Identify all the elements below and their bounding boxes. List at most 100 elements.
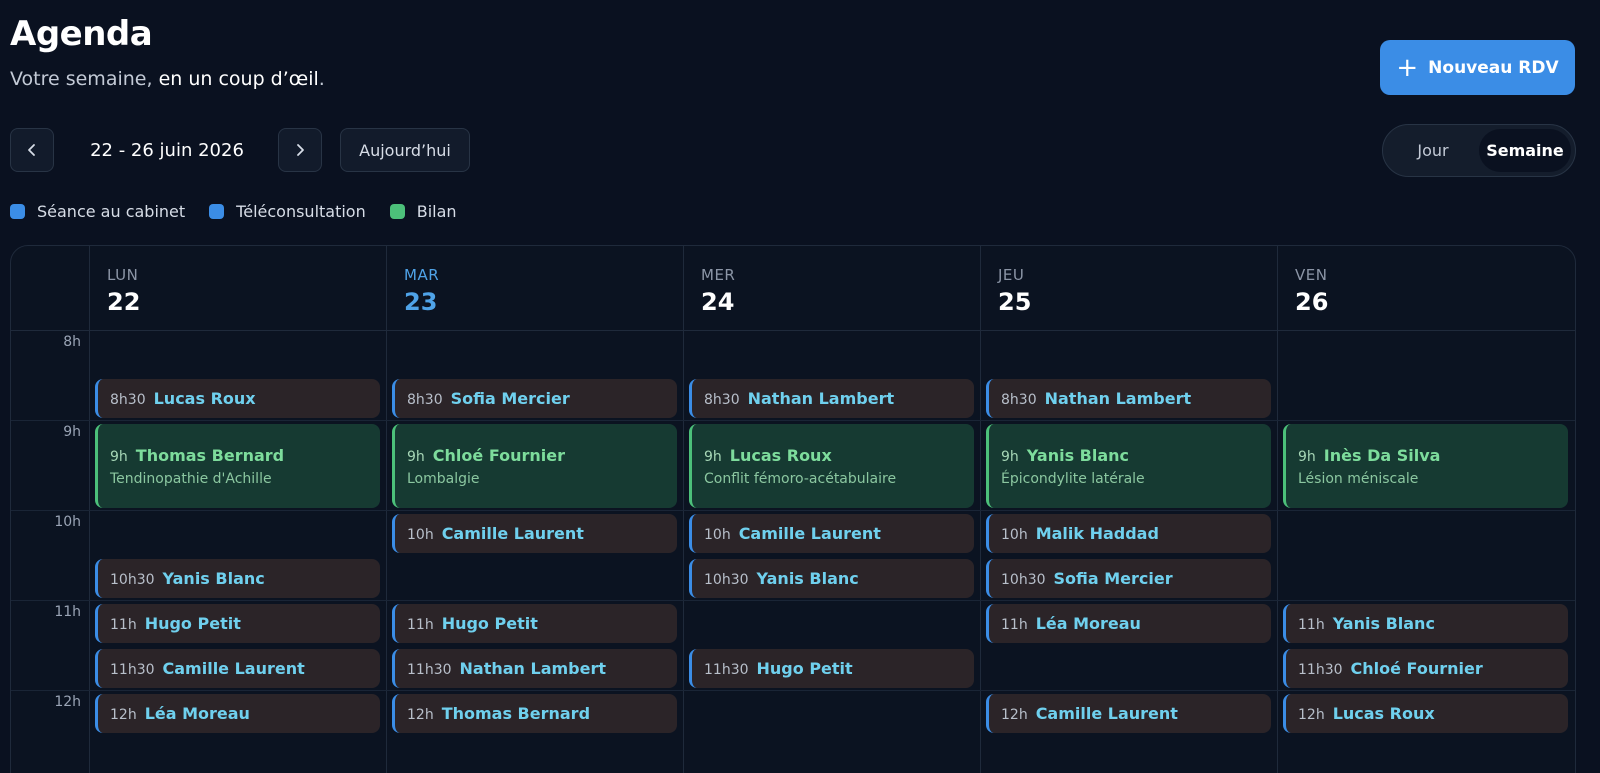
subtitle-end: .	[318, 68, 325, 90]
appointment-time: 12h	[1298, 707, 1325, 723]
appointment-time: 10h	[407, 527, 434, 543]
subtitle-strong: en un coup d’œil	[158, 68, 319, 90]
day-number: 22	[107, 288, 141, 316]
appointment-patient: Nathan Lambert	[459, 659, 607, 678]
appointment-card[interactable]: 11h30 Camille Laurent	[95, 649, 380, 688]
appointment-time: 11h	[407, 617, 434, 633]
hour-label: 9h	[63, 424, 81, 440]
appointment-row: 11h30 Hugo Petit	[704, 659, 974, 678]
prev-week-button[interactable]	[10, 128, 54, 172]
appointment-row: 10h Camille Laurent	[704, 524, 974, 543]
legend-item: Téléconsultation	[209, 202, 366, 221]
day-header-mar[interactable]: MAR 23	[404, 246, 681, 330]
day-header-ven[interactable]: VEN 26	[1295, 246, 1572, 330]
hour-divider	[11, 510, 1575, 511]
appointment-time: 10h30	[1001, 572, 1046, 588]
legend: Séance au cabinet Téléconsultation Bilan	[10, 202, 457, 221]
appointment-patient: Sofia Mercier	[1053, 569, 1173, 588]
appointment-time: 11h30	[704, 662, 749, 678]
appointment-row: 12h Camille Laurent	[1001, 704, 1271, 723]
appointment-bilan[interactable]: 9h Lucas Roux Conflit fémoro-acétabulaire	[689, 424, 974, 508]
hour-divider	[11, 690, 1575, 691]
day-number: 25	[998, 288, 1032, 316]
appointment-time: 8h30	[704, 392, 740, 408]
appointment-card[interactable]: 10h30 Sofia Mercier	[986, 559, 1271, 598]
appointment-card[interactable]: 11h30 Hugo Petit	[689, 649, 974, 688]
appointment-row: 10h30 Yanis Blanc	[110, 569, 380, 588]
appointment-patient: Hugo Petit	[756, 659, 853, 678]
appointment-card[interactable]: 8h30 Nathan Lambert	[689, 379, 974, 418]
appointment-patient: Thomas Bernard	[441, 704, 591, 723]
legend-swatch	[10, 204, 25, 219]
appointment-card[interactable]: 11h Yanis Blanc	[1283, 604, 1568, 643]
appointment-patient: Léa Moreau	[144, 704, 250, 723]
appointment-patient: Camille Laurent	[738, 524, 881, 543]
appointment-row: 10h Camille Laurent	[407, 524, 677, 543]
hour-label: 10h	[54, 514, 81, 530]
appointment-time: 11h30	[110, 662, 155, 678]
appointment-card[interactable]: 10h Camille Laurent	[392, 514, 677, 553]
appointment-row: 10h30 Sofia Mercier	[1001, 569, 1271, 588]
appointment-card[interactable]: 10h30 Yanis Blanc	[95, 559, 380, 598]
day-name: MER	[701, 266, 736, 284]
appointment-bilan[interactable]: 9h Yanis Blanc Épicondylite latérale	[986, 424, 1271, 508]
appointment-card[interactable]: 12h Lucas Roux	[1283, 694, 1568, 733]
hour-label: 12h	[54, 694, 81, 710]
appointment-bilan[interactable]: 9h Thomas Bernard Tendinopathie d'Achille	[95, 424, 380, 508]
appointment-row: 10h Malik Haddad	[1001, 524, 1271, 543]
appointment-card[interactable]: 11h Léa Moreau	[986, 604, 1271, 643]
appointment-card[interactable]: 10h30 Yanis Blanc	[689, 559, 974, 598]
day-header-lun[interactable]: LUN 22	[107, 246, 384, 330]
appointment-time: 11h	[1298, 617, 1325, 633]
appointment-card[interactable]: 11h30 Chloé Fournier	[1283, 649, 1568, 688]
legend-label: Téléconsultation	[236, 202, 366, 221]
new-appointment-button[interactable]: + Nouveau RDV	[1380, 40, 1575, 95]
today-button[interactable]: Aujourd’hui	[340, 128, 470, 172]
appointment-card[interactable]: 12h Camille Laurent	[986, 694, 1271, 733]
appointment-card[interactable]: 10h Camille Laurent	[689, 514, 974, 553]
appointment-bilan[interactable]: 9h Chloé Fournier Lombalgie	[392, 424, 677, 508]
appointment-patient: Camille Laurent	[441, 524, 584, 543]
appointment-row: 12h Léa Moreau	[110, 704, 380, 723]
appointment-time: 10h30	[110, 572, 155, 588]
day-number: 26	[1295, 288, 1329, 316]
appointment-diagnosis: Lésion méniscale	[1298, 470, 1419, 487]
appointment-row: 9h Yanis Blanc	[1001, 446, 1271, 465]
appointment-patient: Nathan Lambert	[747, 389, 895, 408]
appointment-row: 11h Léa Moreau	[1001, 614, 1271, 633]
appointment-row: 12h Thomas Bernard	[407, 704, 677, 723]
day-name: JEU	[998, 266, 1025, 284]
view-week-option[interactable]: Semaine	[1479, 129, 1571, 172]
hour-label: 8h	[63, 334, 81, 350]
legend-item: Séance au cabinet	[10, 202, 185, 221]
appointment-card[interactable]: 12h Thomas Bernard	[392, 694, 677, 733]
appointment-diagnosis: Épicondylite latérale	[1001, 470, 1145, 487]
appointment-bilan[interactable]: 9h Inès Da Silva Lésion méniscale	[1283, 424, 1568, 508]
appointment-card[interactable]: 11h30 Nathan Lambert	[392, 649, 677, 688]
appointment-card[interactable]: 11h Hugo Petit	[392, 604, 677, 643]
appointment-patient: Yanis Blanc	[1026, 445, 1130, 465]
appointment-card[interactable]: 12h Léa Moreau	[95, 694, 380, 733]
appointment-patient: Yanis Blanc	[162, 569, 265, 588]
view-day-option[interactable]: Jour	[1387, 129, 1479, 172]
appointment-time: 11h	[110, 617, 137, 633]
appointment-row: 8h30 Nathan Lambert	[1001, 389, 1271, 408]
appointment-patient: Nathan Lambert	[1044, 389, 1192, 408]
next-week-button[interactable]	[278, 128, 322, 172]
page-title: Agenda	[10, 14, 153, 54]
appointment-time: 9h	[407, 448, 425, 465]
appointment-card[interactable]: 8h30 Nathan Lambert	[986, 379, 1271, 418]
appointment-card[interactable]: 11h Hugo Petit	[95, 604, 380, 643]
appointment-card[interactable]: 10h Malik Haddad	[986, 514, 1271, 553]
appointment-diagnosis: Tendinopathie d'Achille	[110, 470, 272, 487]
appointment-patient: Hugo Petit	[144, 614, 241, 633]
appointment-card[interactable]: 8h30 Sofia Mercier	[392, 379, 677, 418]
appointment-card[interactable]: 8h30 Lucas Roux	[95, 379, 380, 418]
hour-divider	[11, 600, 1575, 601]
appointment-row: 9h Thomas Bernard	[110, 446, 380, 465]
hour-divider	[11, 420, 1575, 421]
day-header-jeu[interactable]: JEU 25	[998, 246, 1275, 330]
appointment-time: 10h	[1001, 527, 1028, 543]
day-header-mer[interactable]: MER 24	[701, 246, 978, 330]
appointment-patient: Chloé Fournier	[432, 445, 565, 465]
